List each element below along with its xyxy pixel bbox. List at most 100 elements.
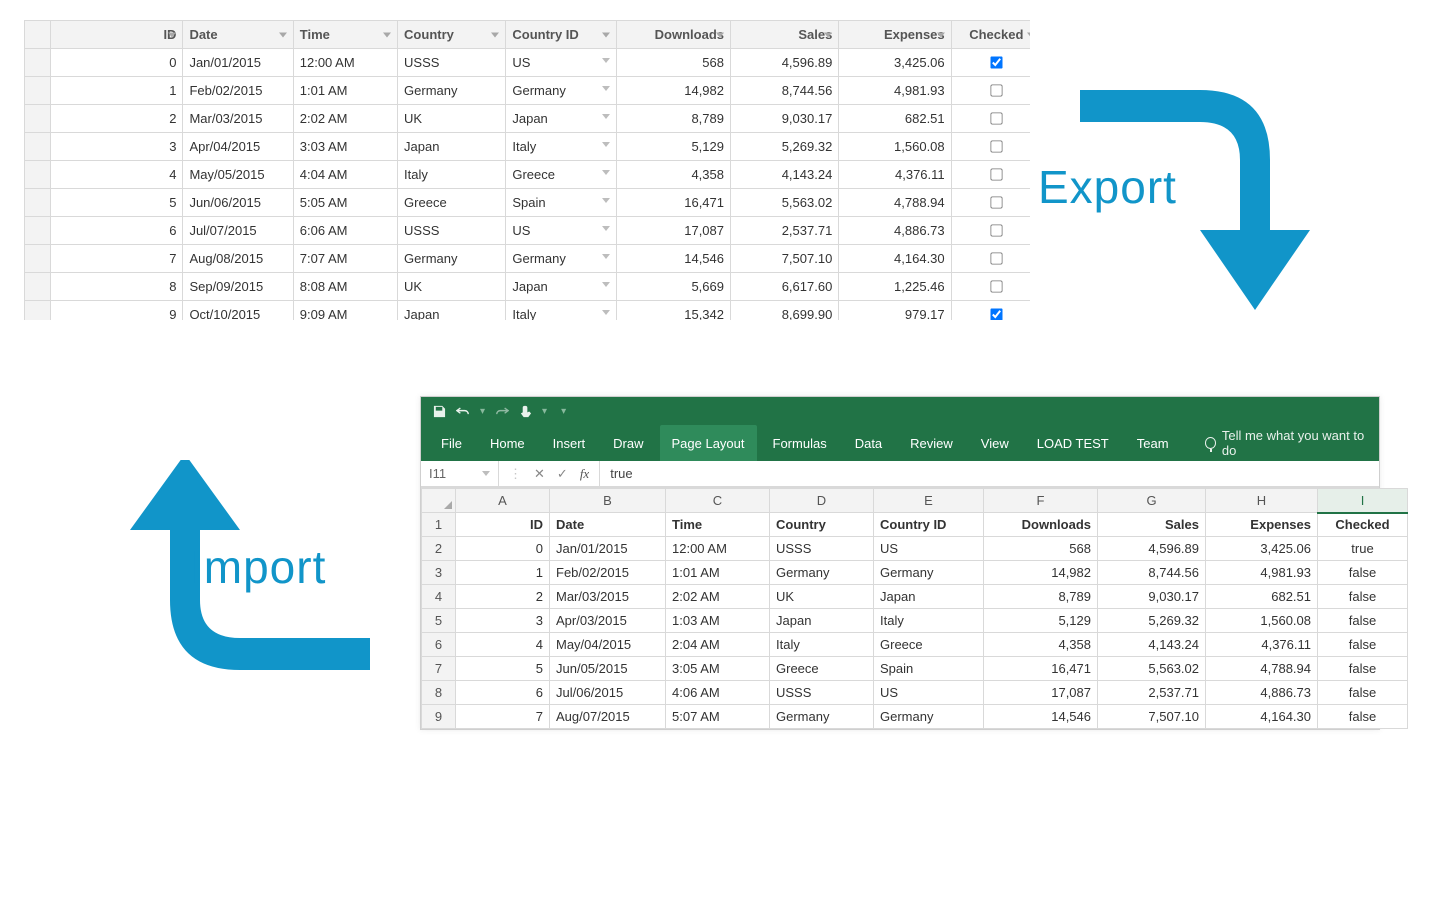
cell[interactable]: Aug/07/2015 — [550, 705, 666, 729]
cell[interactable]: Feb/02/2015 — [550, 561, 666, 585]
cell-date[interactable]: May/05/2015 — [183, 161, 293, 189]
cell-expenses[interactable]: 4,164.30 — [839, 245, 951, 273]
checked-checkbox[interactable] — [991, 84, 1003, 96]
cell[interactable]: 4,981.93 — [1206, 561, 1318, 585]
cell-time[interactable]: 8:08 AM — [293, 273, 397, 301]
table-row[interactable]: 7Aug/08/20157:07 AMGermanyGermany14,5467… — [25, 245, 1031, 273]
checked-checkbox[interactable] — [991, 112, 1003, 124]
col-header-id[interactable]: ID — [51, 21, 183, 49]
cell-time[interactable]: 1:01 AM — [293, 77, 397, 105]
cell[interactable]: 1 — [456, 561, 550, 585]
table-row[interactable]: 3Apr/04/20153:03 AMJapanItaly5,1295,269.… — [25, 133, 1031, 161]
cell-time[interactable]: 9:09 AM — [293, 301, 397, 321]
redo-icon[interactable] — [495, 405, 509, 418]
filter-icon[interactable] — [602, 32, 610, 37]
sheet-row[interactable]: 31Feb/02/20151:01 AMGermanyGermany14,982… — [422, 561, 1408, 585]
cell[interactable]: Japan — [874, 585, 984, 609]
checked-checkbox[interactable] — [991, 224, 1003, 236]
row-header[interactable]: 6 — [422, 633, 456, 657]
cell-date[interactable]: Jan/01/2015 — [183, 49, 293, 77]
cell-country[interactable]: UK — [398, 105, 506, 133]
cell[interactable]: 1:03 AM — [666, 609, 770, 633]
filter-icon[interactable] — [168, 32, 176, 37]
cell-expenses[interactable]: 4,886.73 — [839, 217, 951, 245]
cell-countryid-dropdown[interactable]: Japan — [506, 105, 616, 133]
cell[interactable]: 4,358 — [984, 633, 1098, 657]
table-row[interactable]: 1Feb/02/20151:01 AMGermanyGermany14,9828… — [25, 77, 1031, 105]
cell[interactable]: 5:07 AM — [666, 705, 770, 729]
ribbon-tab-load-test[interactable]: LOAD TEST — [1025, 425, 1121, 461]
cell[interactable]: Date — [550, 513, 666, 537]
cell[interactable]: US — [874, 681, 984, 705]
filter-icon[interactable] — [491, 32, 499, 37]
cell-time[interactable]: 6:06 AM — [293, 217, 397, 245]
save-icon[interactable] — [433, 405, 446, 418]
row-header[interactable]: 4 — [422, 585, 456, 609]
col-header-countryid[interactable]: Country ID — [506, 21, 616, 49]
ribbon-tab-review[interactable]: Review — [898, 425, 965, 461]
cell-downloads[interactable]: 5,129 — [616, 133, 730, 161]
cell[interactable]: false — [1318, 633, 1408, 657]
cell-downloads[interactable]: 14,546 — [616, 245, 730, 273]
ribbon-tab-team[interactable]: Team — [1125, 425, 1181, 461]
column-header-d[interactable]: D — [770, 489, 874, 513]
cell[interactable]: UK — [770, 585, 874, 609]
cell-date[interactable]: Aug/08/2015 — [183, 245, 293, 273]
cell[interactable]: USSS — [770, 537, 874, 561]
cancel-formula-button[interactable]: ✕ — [534, 466, 545, 482]
cell[interactable]: 4,886.73 — [1206, 681, 1318, 705]
cell[interactable]: 0 — [456, 537, 550, 561]
row-header[interactable]: 9 — [422, 705, 456, 729]
cell-sales[interactable]: 7,507.10 — [731, 245, 839, 273]
cell-countryid-dropdown[interactable]: US — [506, 49, 616, 77]
cell-date[interactable]: Oct/10/2015 — [183, 301, 293, 321]
cell-sales[interactable]: 2,537.71 — [731, 217, 839, 245]
sheet-row[interactable]: 42Mar/03/20152:02 AMUKJapan8,7899,030.17… — [422, 585, 1408, 609]
row-header[interactable]: 1 — [422, 513, 456, 537]
checked-checkbox[interactable] — [991, 168, 1003, 180]
cell[interactable]: Sales — [1098, 513, 1206, 537]
worksheet[interactable]: ABCDEFGHI 1IDDateTimeCountryCountry IDDo… — [421, 487, 1379, 729]
cell[interactable]: 4:06 AM — [666, 681, 770, 705]
chevron-down-icon[interactable] — [602, 86, 610, 91]
checked-checkbox[interactable] — [991, 309, 1003, 320]
checked-checkbox[interactable] — [991, 196, 1003, 208]
table-row[interactable]: 4May/05/20154:04 AMItalyGreece4,3584,143… — [25, 161, 1031, 189]
cell[interactable]: 7 — [456, 705, 550, 729]
cell[interactable]: Time — [666, 513, 770, 537]
filter-icon[interactable] — [716, 32, 724, 37]
ribbon-tab-home[interactable]: Home — [478, 425, 537, 461]
cell-countryid-dropdown[interactable]: Greece — [506, 161, 616, 189]
cell[interactable]: 3 — [456, 609, 550, 633]
cell-country[interactable]: Greece — [398, 189, 506, 217]
filter-icon[interactable] — [824, 32, 832, 37]
cell[interactable]: 3,425.06 — [1206, 537, 1318, 561]
cell[interactable]: 5,563.02 — [1098, 657, 1206, 681]
chevron-down-icon[interactable] — [482, 471, 490, 476]
cell-countryid-dropdown[interactable]: US — [506, 217, 616, 245]
cell[interactable]: Country ID — [874, 513, 984, 537]
cell[interactable]: false — [1318, 585, 1408, 609]
cell[interactable]: 5 — [456, 657, 550, 681]
ribbon-tab-file[interactable]: File — [429, 425, 474, 461]
cell-checked[interactable] — [951, 77, 1030, 105]
ribbon-tab-page-layout[interactable]: Page Layout — [660, 425, 757, 461]
column-header-f[interactable]: F — [984, 489, 1098, 513]
column-header-i[interactable]: I — [1318, 489, 1408, 513]
cell[interactable]: Germany — [770, 561, 874, 585]
chevron-down-icon[interactable] — [602, 226, 610, 231]
cell[interactable]: 1:01 AM — [666, 561, 770, 585]
col-header-country[interactable]: Country — [398, 21, 506, 49]
cell-countryid-dropdown[interactable]: Italy — [506, 301, 616, 321]
cell-expenses[interactable]: 1,560.08 — [839, 133, 951, 161]
cell[interactable]: Greece — [874, 633, 984, 657]
sheet-row[interactable]: 1IDDateTimeCountryCountry IDDownloadsSal… — [422, 513, 1408, 537]
checked-checkbox[interactable] — [991, 56, 1003, 68]
chevron-down-icon[interactable] — [602, 254, 610, 259]
cell[interactable]: 4,143.24 — [1098, 633, 1206, 657]
datagrid[interactable]: ID Date Time Country Country ID Download… — [24, 20, 1030, 320]
cell-checked[interactable] — [951, 217, 1030, 245]
row-header[interactable]: 3 — [422, 561, 456, 585]
select-all-corner[interactable] — [422, 489, 456, 513]
cell-expenses[interactable]: 682.51 — [839, 105, 951, 133]
